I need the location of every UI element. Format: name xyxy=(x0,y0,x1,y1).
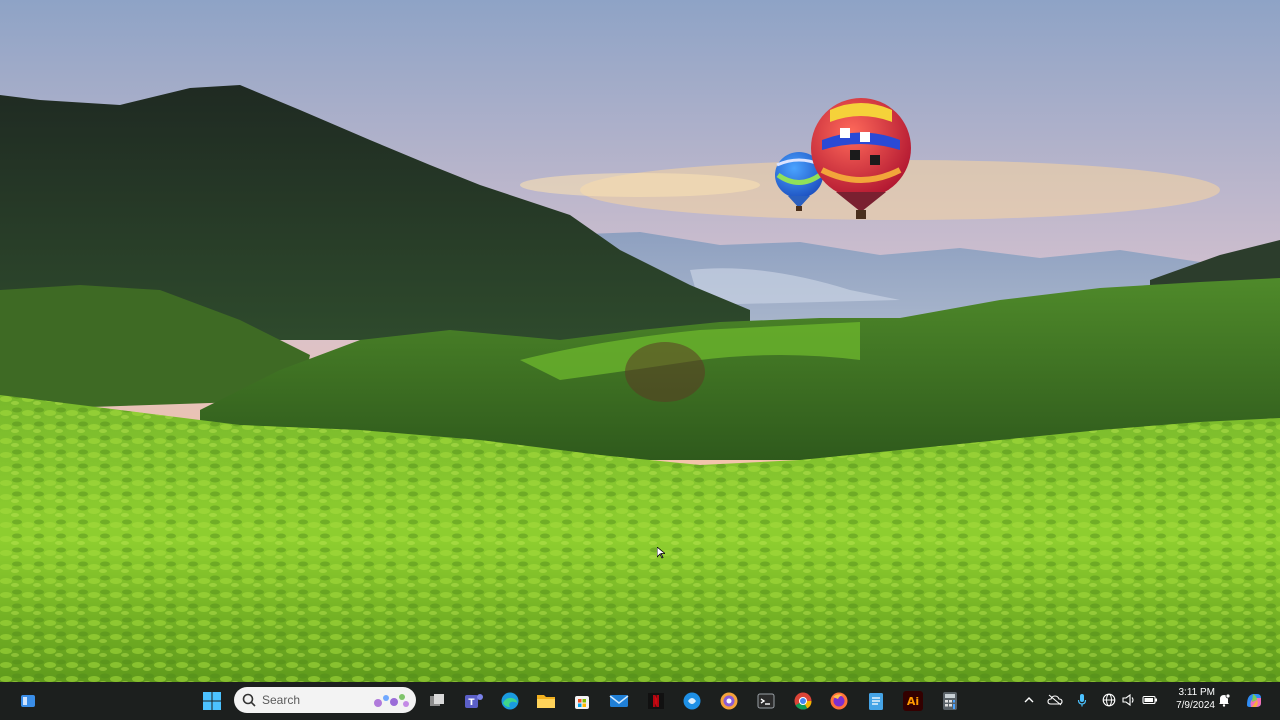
taskbar-app-notepad[interactable] xyxy=(860,685,892,717)
mail-icon xyxy=(609,695,629,707)
taskbar-app-mail[interactable] xyxy=(603,685,635,717)
firefox-icon xyxy=(830,692,848,710)
search-box[interactable]: Search xyxy=(234,687,416,713)
desktop-wallpaper xyxy=(0,0,1280,682)
taskbar-app-terminal[interactable] xyxy=(750,685,782,717)
clock-time: 3:11 PM xyxy=(1178,687,1216,698)
microphone-icon xyxy=(1077,694,1087,707)
calculator-icon xyxy=(943,692,957,710)
search-icon xyxy=(242,693,256,707)
taskbar-app-firefox[interactable] xyxy=(823,685,855,717)
show-hidden-icons-button[interactable] xyxy=(1020,691,1038,709)
taskbar-clock[interactable]: 3:11 PM 7/9/2024 xyxy=(1165,686,1215,712)
store-icon xyxy=(575,696,589,709)
taskbar-app-store[interactable] xyxy=(566,685,598,717)
battery-tray-button[interactable] xyxy=(1141,691,1159,709)
notifications-button[interactable] xyxy=(1215,691,1233,709)
wallpaper-landscape xyxy=(0,0,1280,682)
taskbar-app-file-explorer[interactable] xyxy=(530,685,562,717)
illustrator-icon: Ai xyxy=(903,691,923,711)
chevron-up-icon xyxy=(1024,697,1034,703)
chrome-icon xyxy=(794,692,812,710)
netflix-icon xyxy=(648,693,664,709)
taskbar-app-netflix[interactable] xyxy=(640,685,672,717)
taskbar-app-edge[interactable] xyxy=(494,685,526,717)
task-view-icon xyxy=(430,694,444,706)
widgets-icon xyxy=(21,695,35,707)
cloud-off-icon xyxy=(1047,694,1063,706)
copilot-button[interactable] xyxy=(1243,689,1265,711)
battery-icon xyxy=(1142,695,1157,705)
notepad-icon xyxy=(869,693,883,710)
color-circle-icon xyxy=(720,692,738,710)
edge-icon xyxy=(501,692,519,710)
windows-logo-icon xyxy=(203,692,221,710)
illustrator-label: Ai xyxy=(906,694,920,708)
clock-date: 7/9/2024 xyxy=(1176,700,1215,711)
terminal-icon xyxy=(757,693,775,709)
svg-text:T: T xyxy=(468,698,475,708)
start-button[interactable] xyxy=(196,685,228,717)
microphone-tray-button[interactable] xyxy=(1073,691,1091,709)
volume-icon xyxy=(1122,694,1134,706)
blue-circle-icon xyxy=(683,692,701,710)
widgets-button[interactable] xyxy=(12,685,44,717)
taskbar-app-illustrator[interactable]: Ai xyxy=(897,685,929,717)
search-highlight-icon xyxy=(374,694,409,707)
search-placeholder: Search xyxy=(262,693,301,707)
notification-bell-icon xyxy=(1219,693,1230,707)
volume-tray-button[interactable] xyxy=(1120,691,1138,709)
network-tray-button[interactable] xyxy=(1100,691,1118,709)
taskbar-app-blue[interactable] xyxy=(676,685,708,717)
onedrive-tray-button[interactable] xyxy=(1046,691,1064,709)
taskbar-app-chrome[interactable] xyxy=(787,685,819,717)
mouse-cursor-icon xyxy=(657,547,665,559)
taskbar-app-task-view[interactable] xyxy=(421,685,453,717)
teams-icon: T xyxy=(465,694,483,708)
copilot-icon xyxy=(1247,694,1261,707)
taskbar-app-calculator[interactable] xyxy=(934,685,966,717)
globe-network-icon xyxy=(1102,693,1116,707)
taskbar-app-circle[interactable] xyxy=(713,685,745,717)
file-explorer-icon xyxy=(537,695,555,708)
taskbar-app-teams[interactable]: T xyxy=(458,685,490,717)
